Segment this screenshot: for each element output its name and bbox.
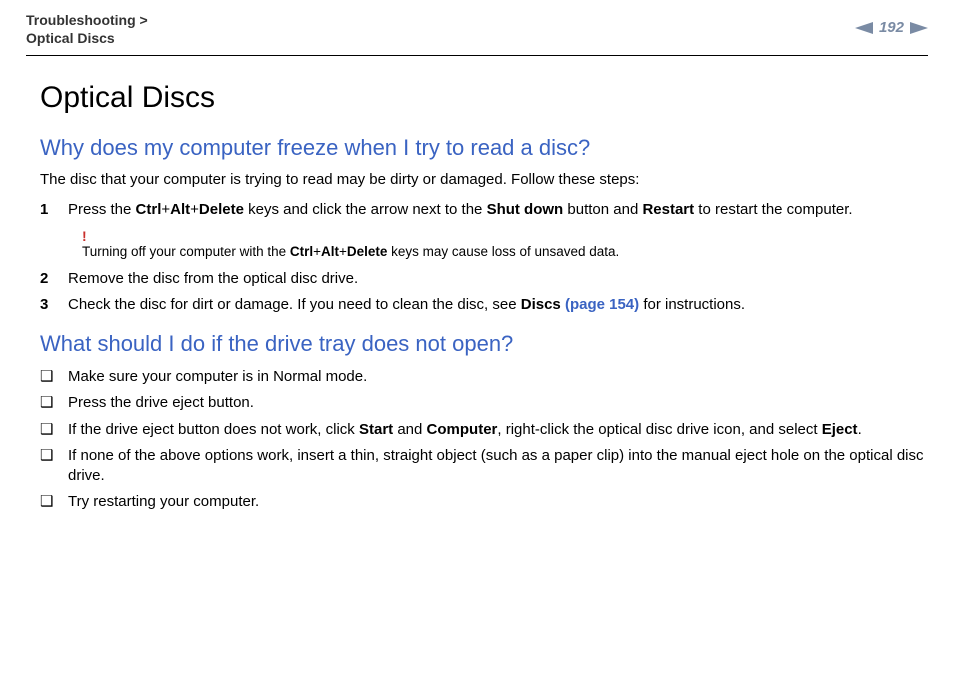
bullet-body: Try restarting your computer. — [68, 492, 928, 512]
text: + — [313, 244, 321, 259]
page-navigator: 192 — [855, 18, 928, 38]
square-bullet-icon: ❑ — [40, 446, 68, 466]
warning-note: !Turning off your computer with the Ctrl… — [82, 229, 928, 261]
list-item: ❑If none of the above options work, inse… — [40, 446, 928, 487]
step-number: 2 — [40, 269, 68, 289]
text: Try restarting your computer. — [68, 493, 259, 510]
text: Press the — [68, 201, 136, 218]
content: Why does my computer freeze when I try t… — [26, 133, 928, 513]
text: Turning off your computer with the — [82, 244, 290, 259]
prev-page-icon[interactable] — [855, 22, 873, 34]
text: Press the drive eject button. — [68, 394, 254, 411]
breadcrumb-separator: > — [140, 12, 148, 28]
text: for instructions. — [639, 296, 745, 313]
section-heading: What should I do if the drive tray does … — [40, 329, 928, 359]
breadcrumb: Troubleshooting > Optical Discs — [26, 12, 148, 47]
square-bullet-icon: ❑ — [40, 367, 68, 387]
list-item: ❑Make sure your computer is in Normal mo… — [40, 367, 928, 387]
text: + — [190, 201, 199, 218]
bold-text: Eject — [822, 421, 858, 438]
text: to restart the computer. — [694, 201, 852, 218]
bold-text: Discs — [521, 296, 565, 313]
bold-text: Shut down — [487, 201, 564, 218]
step-body: Remove the disc from the optical disc dr… — [68, 269, 928, 289]
text: keys and click the arrow next to the — [244, 201, 487, 218]
text: + — [161, 201, 170, 218]
breadcrumb-child[interactable]: Optical Discs — [26, 30, 115, 46]
text: , right-click the optical disc drive ico… — [497, 421, 821, 438]
text: Make sure your computer is in Normal mod… — [68, 368, 367, 385]
square-bullet-icon: ❑ — [40, 420, 68, 440]
section-intro: The disc that your computer is trying to… — [40, 170, 928, 190]
step-body: Check the disc for dirt or damage. If yo… — [68, 295, 928, 315]
ordered-list: 1Press the Ctrl+Alt+Delete keys and clic… — [40, 200, 928, 315]
bold-text: Alt — [321, 244, 339, 259]
text: If none of the above options work, inser… — [68, 447, 924, 484]
list-item: ❑If the drive eject button does not work… — [40, 420, 928, 440]
bold-text: Restart — [642, 201, 694, 218]
bold-text: Alt — [170, 201, 190, 218]
page: Troubleshooting > Optical Discs 192 Opti… — [0, 0, 954, 674]
bold-text: Delete — [199, 201, 244, 218]
bullet-body: If the drive eject button does not work,… — [68, 420, 928, 440]
bullet-body: Make sure your computer is in Normal mod… — [68, 367, 928, 387]
bold-text: Start — [359, 421, 393, 438]
cross-reference-link[interactable]: (page 154) — [565, 296, 639, 313]
text: . — [858, 421, 862, 438]
square-bullet-icon: ❑ — [40, 393, 68, 413]
warning-icon: ! — [82, 229, 928, 243]
text: button and — [563, 201, 642, 218]
bullet-list: ❑Make sure your computer is in Normal mo… — [40, 367, 928, 513]
header-rule — [26, 55, 928, 56]
bold-text: Delete — [347, 244, 388, 259]
square-bullet-icon: ❑ — [40, 492, 68, 512]
bullet-body: Press the drive eject button. — [68, 393, 928, 413]
text: Check the disc for dirt or damage. If yo… — [68, 296, 521, 313]
text: keys may cause loss of unsaved data. — [387, 244, 619, 259]
list-item: 3Check the disc for dirt or damage. If y… — [40, 295, 928, 315]
section-heading: Why does my computer freeze when I try t… — [40, 133, 928, 163]
list-item: ❑Press the drive eject button. — [40, 393, 928, 413]
bold-text: Ctrl — [136, 201, 162, 218]
list-item: 2Remove the disc from the optical disc d… — [40, 269, 928, 289]
step-number: 1 — [40, 200, 68, 220]
page-title: Optical Discs — [40, 78, 928, 119]
list-item: ❑Try restarting your computer. — [40, 492, 928, 512]
bold-text: Computer — [427, 421, 498, 438]
text: If the drive eject button does not work,… — [68, 421, 359, 438]
breadcrumb-parent[interactable]: Troubleshooting — [26, 12, 136, 28]
text: and — [393, 421, 426, 438]
list-item: 1Press the Ctrl+Alt+Delete keys and clic… — [40, 200, 928, 220]
bold-text: Ctrl — [290, 244, 313, 259]
warning-text: Turning off your computer with the Ctrl+… — [82, 243, 928, 261]
step-number: 3 — [40, 295, 68, 315]
bullet-body: If none of the above options work, inser… — [68, 446, 928, 487]
text: + — [339, 244, 347, 259]
page-number: 192 — [879, 18, 904, 38]
step-body: Press the Ctrl+Alt+Delete keys and click… — [68, 200, 928, 220]
next-page-icon[interactable] — [910, 22, 928, 34]
page-header: Troubleshooting > Optical Discs 192 — [26, 0, 928, 55]
text: Remove the disc from the optical disc dr… — [68, 270, 358, 287]
